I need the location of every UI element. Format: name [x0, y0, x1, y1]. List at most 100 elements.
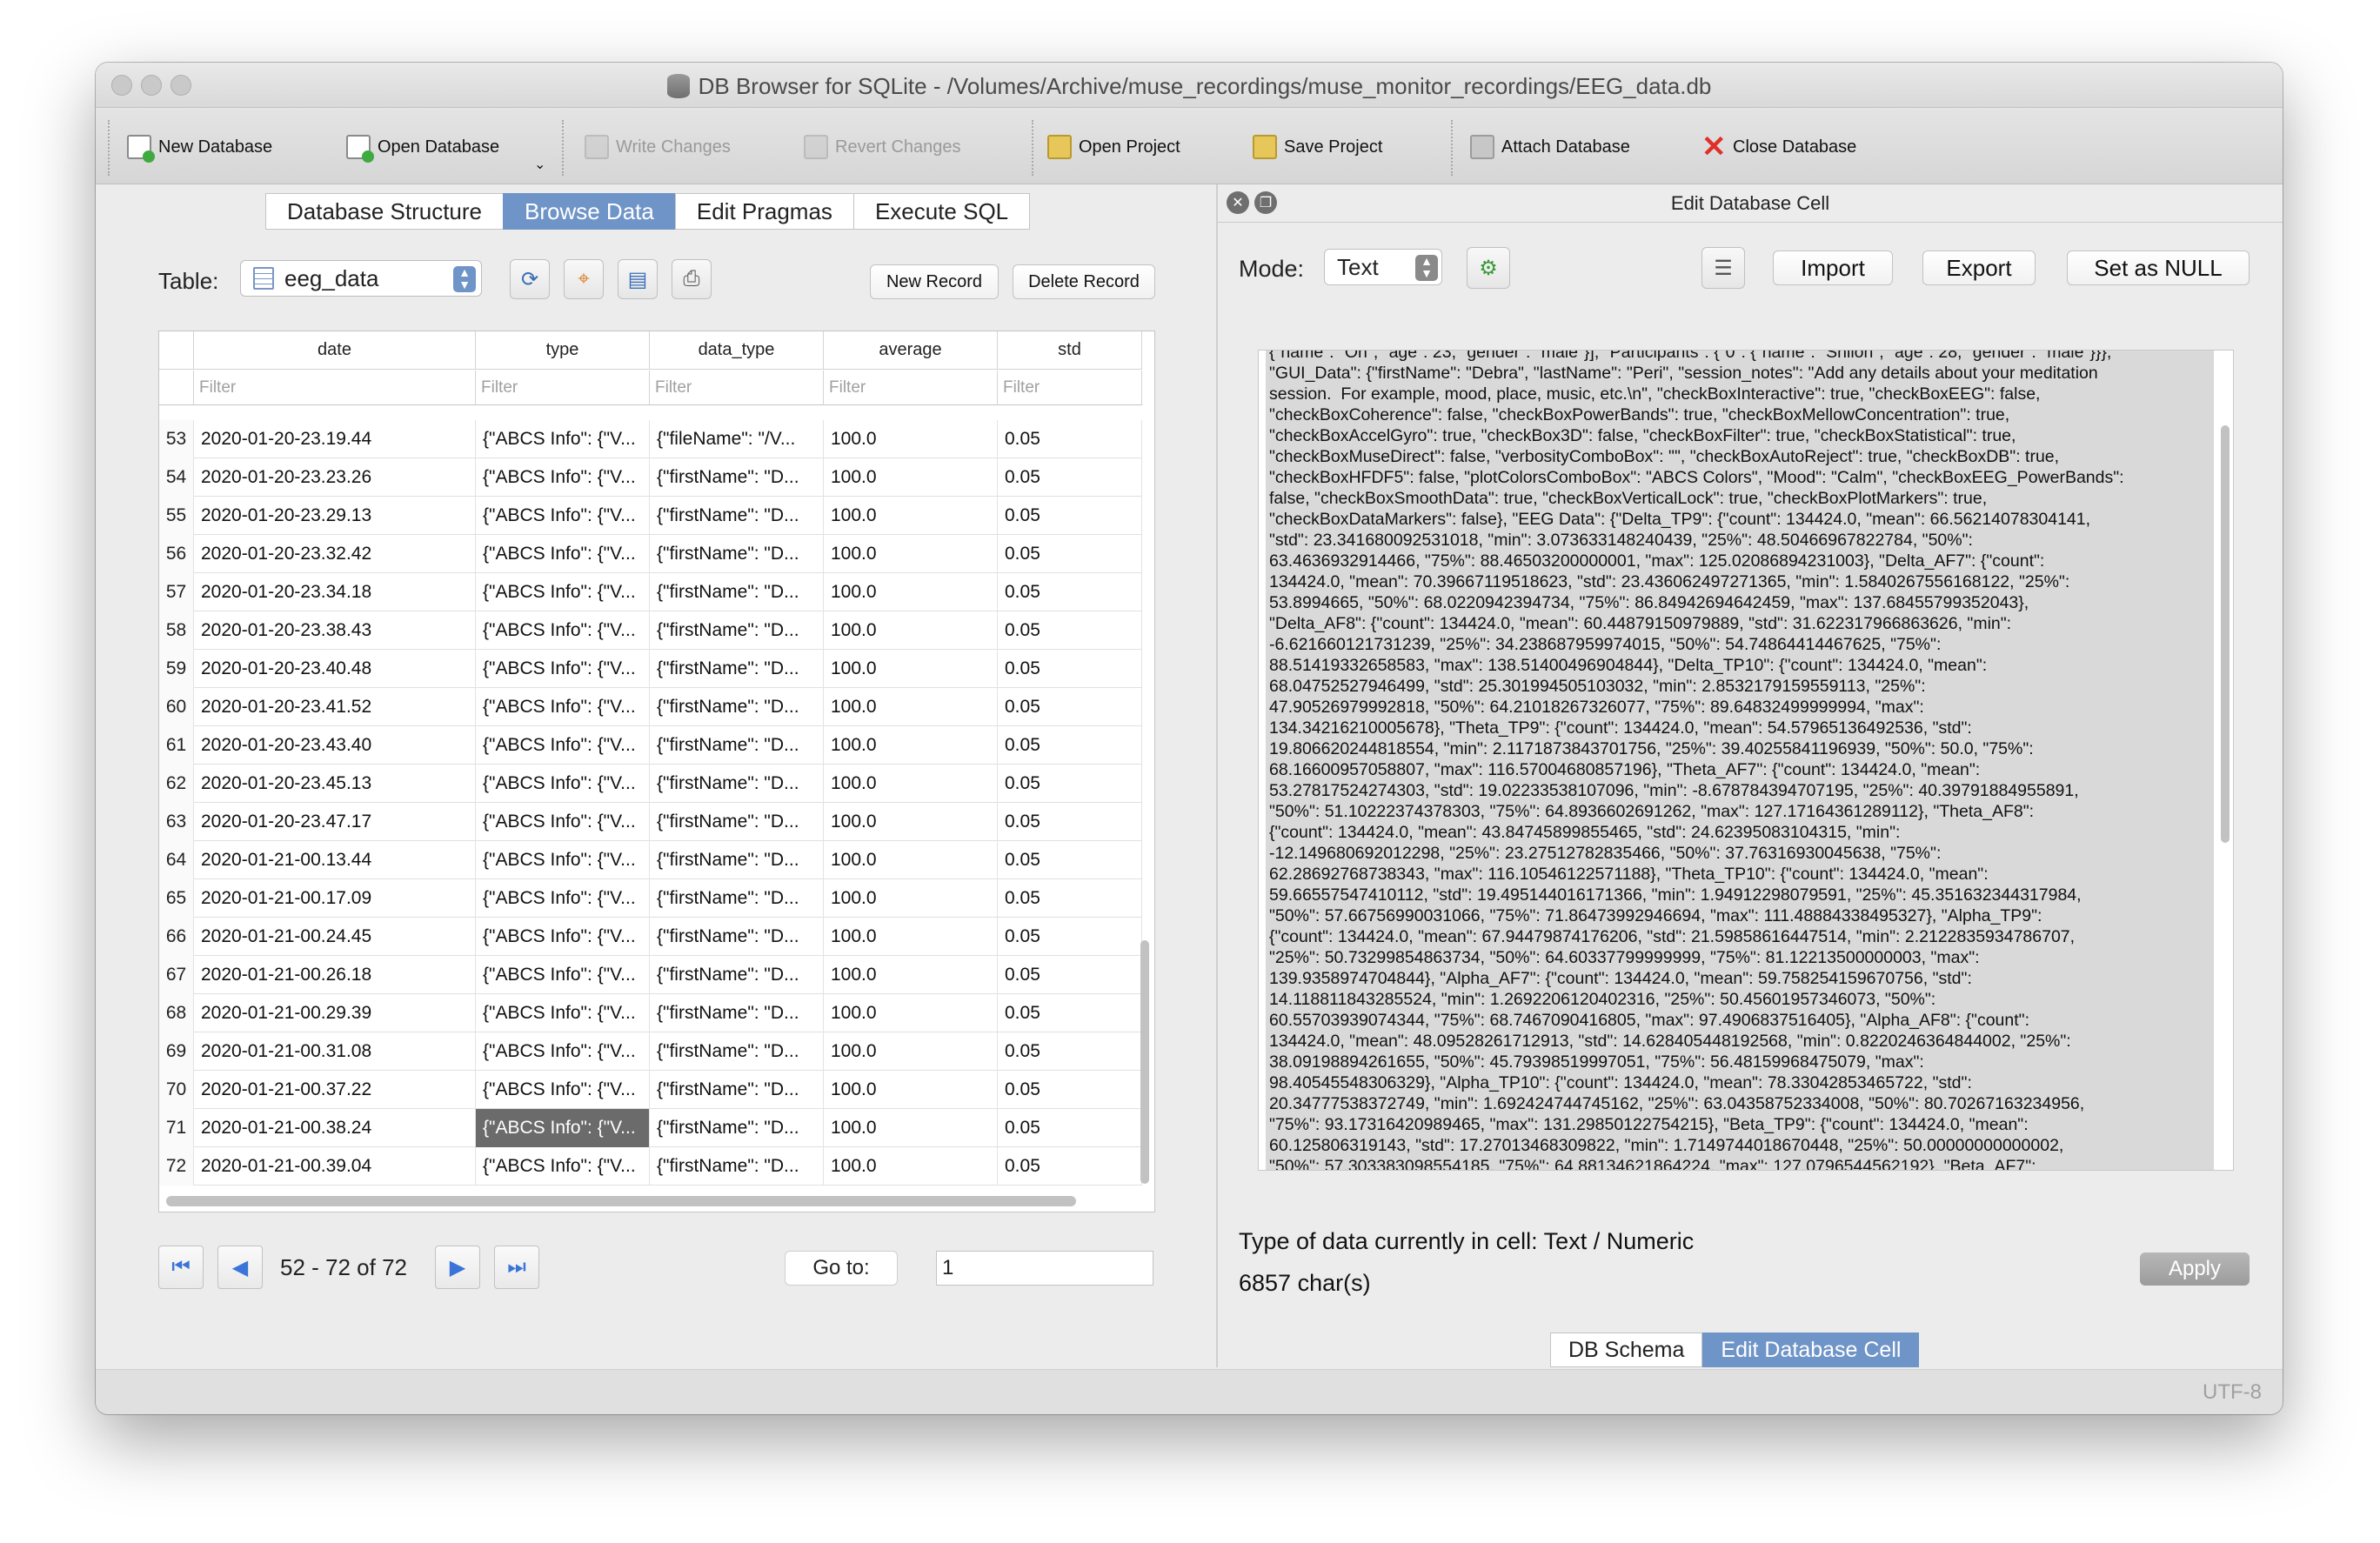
- table-row[interactable]: 55 2020-01-20-23.29.13 {"ABCS Info": {"V..…: [159, 497, 1142, 535]
- table-row[interactable]: 57 2020-01-20-23.34.18 {"ABCS Info": {"V..…: [159, 573, 1142, 611]
- row-number[interactable]: 53: [159, 420, 194, 458]
- cell-type[interactable]: {"ABCS Info": {"V...: [476, 458, 650, 497]
- cell-data-type[interactable]: {"firstName": "D...: [650, 994, 824, 1032]
- cell-type[interactable]: {"ABCS Info": {"V...: [476, 650, 650, 688]
- cell-date[interactable]: 2020-01-20-23.23.26: [194, 458, 476, 497]
- cell-average[interactable]: 100.0: [824, 650, 998, 688]
- cell-std[interactable]: 0.05: [998, 611, 1142, 650]
- cell-data-type[interactable]: {"firstName": "D...: [650, 918, 824, 956]
- cell-date[interactable]: 2020-01-20-23.47.17: [194, 803, 476, 841]
- cell-date[interactable]: 2020-01-20-23.41.52: [194, 688, 476, 726]
- refresh-icon[interactable]: ⟳: [510, 259, 550, 299]
- table-row[interactable]: 70 2020-01-21-00.37.22 {"ABCS Info": {"V..…: [159, 1071, 1142, 1109]
- save-project-button[interactable]: Save Project: [1253, 132, 1382, 162]
- cell-std[interactable]: 0.05: [998, 1147, 1142, 1186]
- import-button[interactable]: Import: [1773, 250, 1893, 285]
- cell-std[interactable]: 0.05: [998, 420, 1142, 458]
- cell-type[interactable]: {"ABCS Info": {"V...: [476, 994, 650, 1032]
- cell-type[interactable]: {"ABCS Info": {"V...: [476, 497, 650, 535]
- cell-average[interactable]: 100.0: [824, 458, 998, 497]
- cell-average[interactable]: 100.0: [824, 841, 998, 879]
- filter-date-input[interactable]: Filter: [194, 371, 476, 405]
- attach-database-button[interactable]: Attach Database: [1470, 132, 1630, 162]
- vertical-scrollbar[interactable]: [1140, 940, 1149, 1184]
- cell-data-type[interactable]: {"firstName": "D...: [650, 726, 824, 765]
- cell-date[interactable]: 2020-01-20-23.19.44: [194, 420, 476, 458]
- delete-record-button[interactable]: Delete Record: [1013, 264, 1155, 299]
- cell-type[interactable]: {"ABCS Info": {"V...: [476, 956, 650, 994]
- cell-data-type[interactable]: {"firstName": "D...: [650, 841, 824, 879]
- table-row[interactable]: 60 2020-01-20-23.41.52 {"ABCS Info": {"V..…: [159, 688, 1142, 726]
- goto-input[interactable]: 1: [936, 1251, 1153, 1286]
- table-row[interactable]: 63 2020-01-20-23.47.17 {"ABCS Info": {"V..…: [159, 803, 1142, 841]
- horizontal-scrollbar[interactable]: [166, 1196, 1076, 1206]
- cell-type[interactable]: {"ABCS Info": {"V...: [476, 841, 650, 879]
- cell-std[interactable]: 0.05: [998, 1032, 1142, 1071]
- cell-std[interactable]: 0.05: [998, 726, 1142, 765]
- table-row[interactable]: 71 2020-01-21-00.38.24 {"ABCS Info": {"V..…: [159, 1109, 1142, 1147]
- row-number[interactable]: 54: [159, 458, 194, 497]
- cell-data-type[interactable]: {"fileName": "/V...: [650, 420, 824, 458]
- cell-type[interactable]: {"ABCS Info": {"V...: [476, 879, 650, 918]
- cell-data-type[interactable]: {"firstName": "D...: [650, 458, 824, 497]
- cell-data-type[interactable]: {"firstName": "D...: [650, 650, 824, 688]
- cell-text-editor[interactable]: {"name": "Oh", "age": 23, "gender": "mal…: [1258, 350, 2234, 1171]
- column-header-std[interactable]: std: [998, 331, 1142, 370]
- new-record-button[interactable]: New Record: [870, 264, 999, 299]
- cell-std[interactable]: 0.05: [998, 994, 1142, 1032]
- cell-type[interactable]: {"ABCS Info": {"V...: [476, 803, 650, 841]
- tab-edit-database-cell[interactable]: Edit Database Cell: [1702, 1333, 1920, 1367]
- cell-average[interactable]: 100.0: [824, 765, 998, 803]
- row-number[interactable]: 71: [159, 1109, 194, 1147]
- cell-date[interactable]: 2020-01-20-23.38.43: [194, 611, 476, 650]
- cell-date[interactable]: 2020-01-21-00.38.24: [194, 1109, 476, 1147]
- clear-filters-icon[interactable]: ⌖: [564, 259, 604, 299]
- cell-average[interactable]: 100.0: [824, 1109, 998, 1147]
- cell-date[interactable]: 2020-01-21-00.29.39: [194, 994, 476, 1032]
- table-row[interactable]: 53 2020-01-20-23.19.44 {"ABCS Info": {"V..…: [159, 420, 1142, 458]
- cell-data-type[interactable]: {"firstName": "D...: [650, 879, 824, 918]
- column-header-type[interactable]: type: [476, 331, 650, 370]
- mode-select[interactable]: Text ▲ ▼: [1324, 249, 1442, 285]
- table-row[interactable]: 58 2020-01-20-23.38.43 {"ABCS Info": {"V..…: [159, 611, 1142, 650]
- cell-std[interactable]: 0.05: [998, 765, 1142, 803]
- row-number[interactable]: 69: [159, 1032, 194, 1071]
- row-number[interactable]: 55: [159, 497, 194, 535]
- cell-std[interactable]: 0.05: [998, 650, 1142, 688]
- tab-edit-pragmas[interactable]: Edit Pragmas: [674, 193, 853, 230]
- cell-average[interactable]: 100.0: [824, 1071, 998, 1109]
- open-project-button[interactable]: Open Project: [1047, 132, 1180, 162]
- revert-changes-button[interactable]: Revert Changes: [804, 132, 961, 162]
- goto-button[interactable]: Go to:: [785, 1251, 898, 1286]
- row-number[interactable]: 65: [159, 879, 194, 918]
- export-button[interactable]: Export: [1922, 250, 2036, 285]
- cell-data-type[interactable]: {"firstName": "D...: [650, 1147, 824, 1186]
- cell-data-type[interactable]: {"firstName": "D...: [650, 956, 824, 994]
- cell-type[interactable]: {"ABCS Info": {"V...: [476, 1109, 650, 1147]
- cell-date[interactable]: 2020-01-20-23.43.40: [194, 726, 476, 765]
- cell-std[interactable]: 0.05: [998, 458, 1142, 497]
- cell-average[interactable]: 100.0: [824, 497, 998, 535]
- cell-type[interactable]: {"ABCS Info": {"V...: [476, 1071, 650, 1109]
- cell-type[interactable]: {"ABCS Info": {"V...: [476, 573, 650, 611]
- row-number[interactable]: 59: [159, 650, 194, 688]
- cell-data-type[interactable]: {"firstName": "D...: [650, 1109, 824, 1147]
- cell-average[interactable]: 100.0: [824, 803, 998, 841]
- tab-execute-sql[interactable]: Execute SQL: [852, 193, 1031, 230]
- row-number[interactable]: 61: [159, 726, 194, 765]
- cell-type[interactable]: {"ABCS Info": {"V...: [476, 1032, 650, 1071]
- cell-type[interactable]: {"ABCS Info": {"V...: [476, 611, 650, 650]
- pane-divider[interactable]: [1216, 184, 1218, 1367]
- previous-page-icon[interactable]: ◀: [217, 1246, 263, 1289]
- cell-data-type[interactable]: {"firstName": "D...: [650, 1032, 824, 1071]
- cell-std[interactable]: 0.05: [998, 918, 1142, 956]
- table-row[interactable]: 67 2020-01-21-00.26.18 {"ABCS Info": {"V..…: [159, 956, 1142, 994]
- cell-date[interactable]: 2020-01-21-00.26.18: [194, 956, 476, 994]
- cell-type[interactable]: {"ABCS Info": {"V...: [476, 765, 650, 803]
- filter-average-input[interactable]: Filter: [824, 371, 998, 405]
- filter-data-type-input[interactable]: Filter: [650, 371, 824, 405]
- row-number[interactable]: 57: [159, 573, 194, 611]
- cell-average[interactable]: 100.0: [824, 918, 998, 956]
- close-database-button[interactable]: Close Database: [1701, 130, 1856, 164]
- cell-date[interactable]: 2020-01-20-23.34.18: [194, 573, 476, 611]
